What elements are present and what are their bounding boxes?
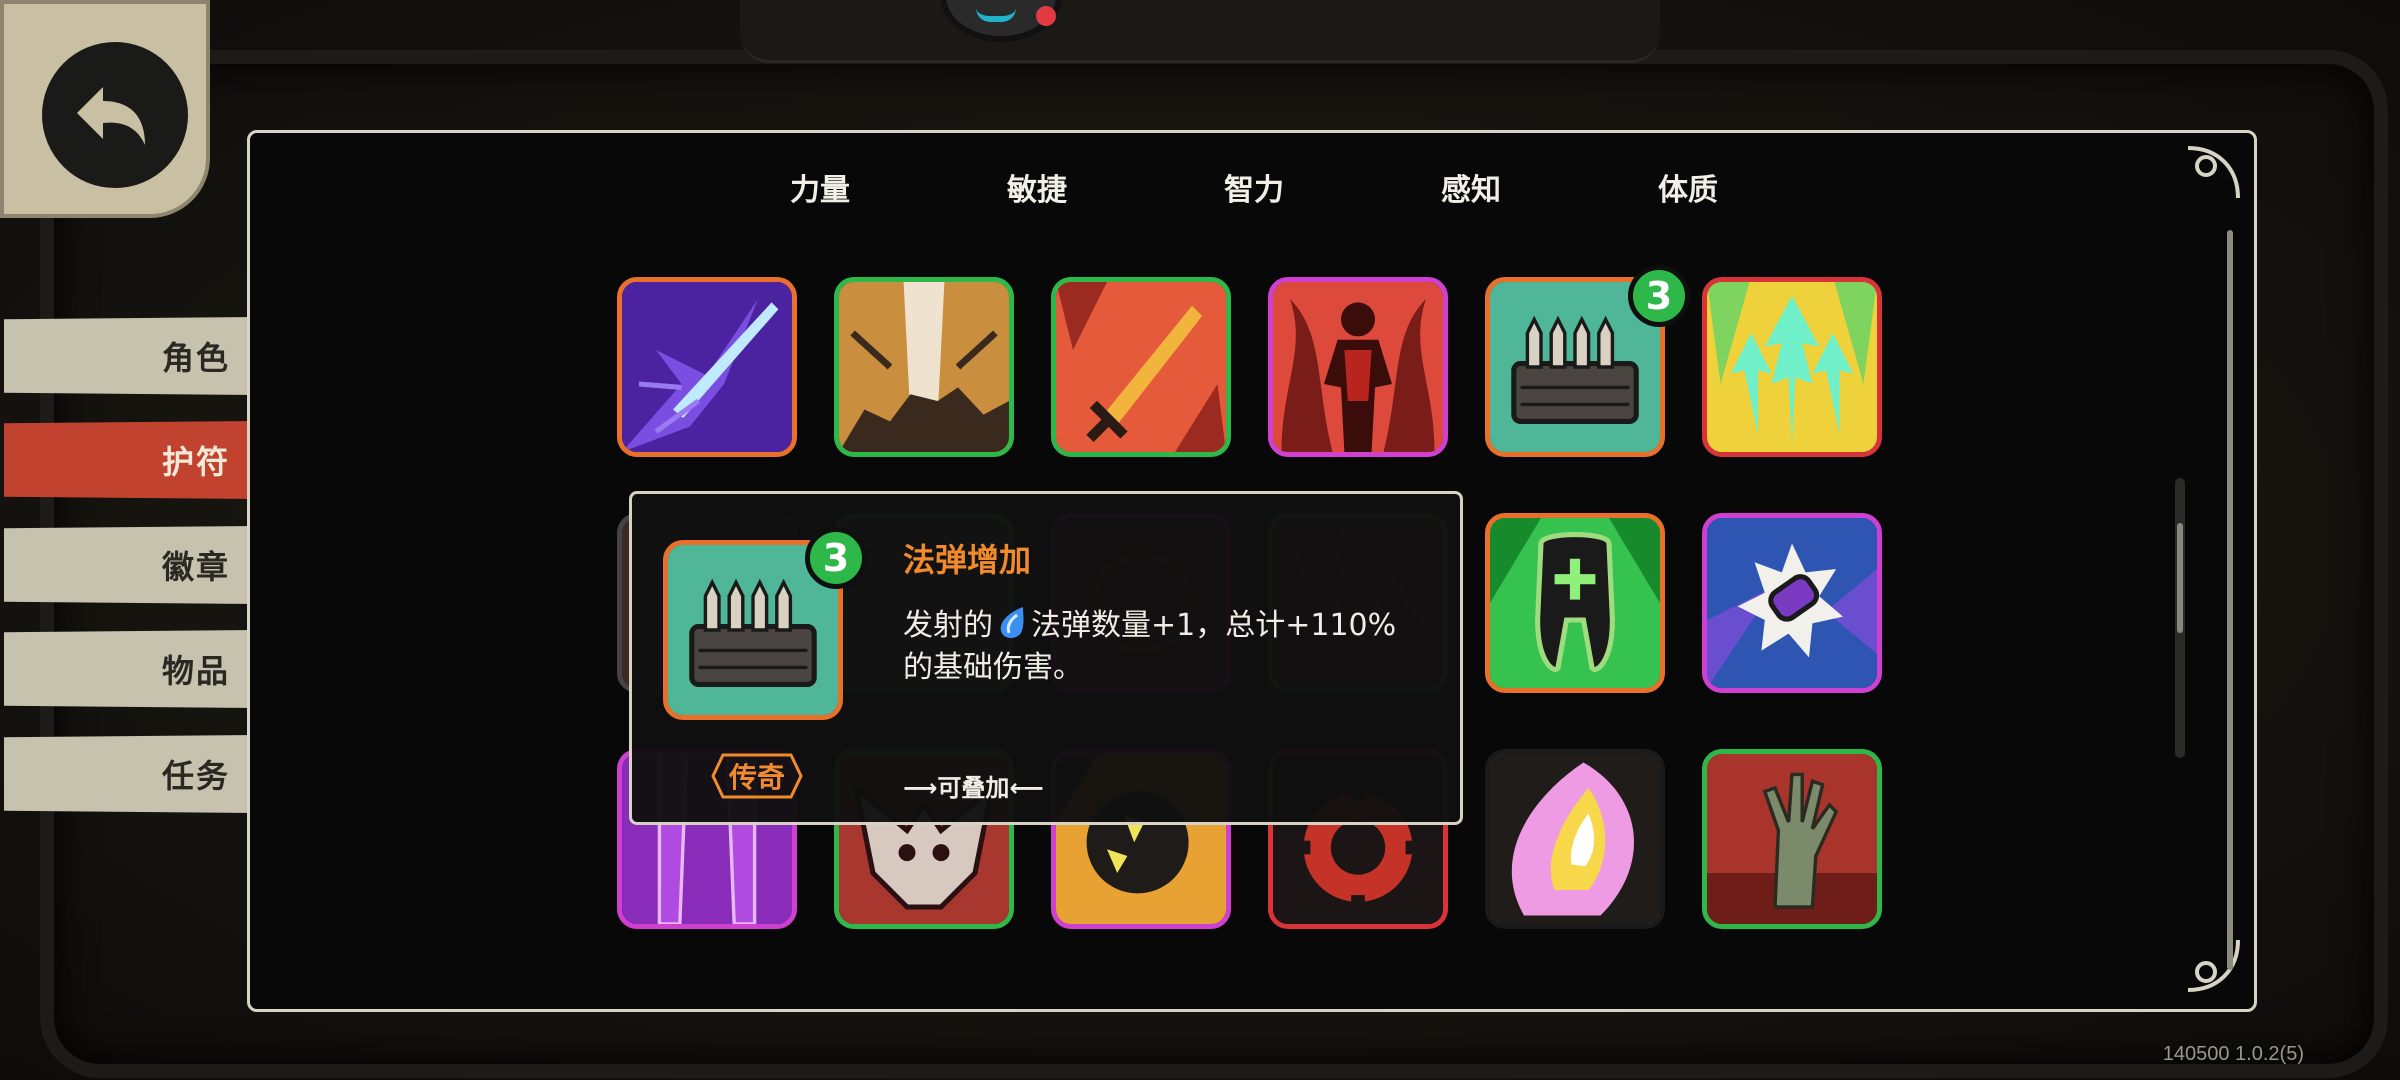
panel-scrollbar-track[interactable]: [2227, 230, 2233, 970]
sidebar-item-label: 角色: [161, 339, 230, 377]
tooltip-description: 发射的 法弹数量+1，总计+110%的基础伤害。: [903, 605, 1423, 689]
amulet-tile[interactable]: [617, 277, 797, 457]
tab-constitution[interactable]: 体质: [1658, 165, 1718, 209]
zombie-hand-icon: [1707, 754, 1877, 924]
back-arrow-icon: [42, 42, 188, 188]
sidebar-item-label: 任务: [161, 757, 230, 795]
notification-dot: [1036, 6, 1056, 26]
tooltip-desc-prefix: 发射的: [903, 608, 993, 643]
sidebar-item-label: 物品: [161, 652, 230, 690]
burning-body-icon: [1273, 282, 1443, 452]
amulet-tile[interactable]: [834, 277, 1014, 457]
stackable-label: ⟶可叠加⟵: [903, 774, 1044, 802]
top-plate: [740, 0, 1660, 63]
rarity-tag: 传奇: [711, 753, 803, 799]
tooltip-stack-count: 3: [822, 536, 850, 580]
amulet-tile[interactable]: [1702, 513, 1882, 693]
amulet-tile[interactable]: [1485, 749, 1665, 929]
sidebar-item-label: 徽章: [161, 548, 230, 586]
game-screen: 角色 护符 徽章 物品 任务 力量 敏捷 智力 感知 体质 3 3 法弹增加 发…: [0, 0, 2400, 1080]
stack-count: 3: [1645, 274, 1673, 318]
ornament-corner-icon: [2187, 939, 2240, 992]
tooltip-title: 法弹增加: [903, 541, 1032, 579]
triple-arrow-icon: [1707, 282, 1877, 452]
amulet-tile[interactable]: [1268, 277, 1448, 457]
amulet-tile[interactable]: [1485, 513, 1665, 693]
tooth-heal-icon: [1490, 518, 1660, 688]
tab-perception[interactable]: 感知: [1441, 165, 1501, 209]
tab-intelligence[interactable]: 智力: [1224, 165, 1284, 209]
flaming-sword-icon: [1056, 282, 1226, 452]
tooltip-stack-badge: 3: [805, 527, 867, 589]
earth-spike-icon: [839, 282, 1009, 452]
amulet-tile[interactable]: [1702, 277, 1882, 457]
sidebar-item-label: 护符: [161, 443, 230, 481]
amulet-tile[interactable]: [1051, 277, 1231, 457]
version-label: 140500 1.0.2(5): [2162, 1043, 2304, 1065]
tab-strength[interactable]: 力量: [790, 165, 850, 209]
crystal-blade-icon: [622, 282, 792, 452]
potion-burst-icon: [1707, 518, 1877, 688]
magic-droplet-icon: [1000, 607, 1024, 639]
back-button[interactable]: [0, 0, 210, 218]
amulet-tile[interactable]: [1702, 749, 1882, 929]
rarity-label: 传奇: [728, 761, 785, 794]
pink-eye-icon: [1490, 754, 1660, 924]
tab-agility[interactable]: 敏捷: [1007, 165, 1067, 209]
panel-scrollbar[interactable]: [2175, 478, 2185, 758]
stack-count-badge: 3: [1628, 265, 1690, 327]
ornament-corner-icon: [2187, 146, 2240, 199]
